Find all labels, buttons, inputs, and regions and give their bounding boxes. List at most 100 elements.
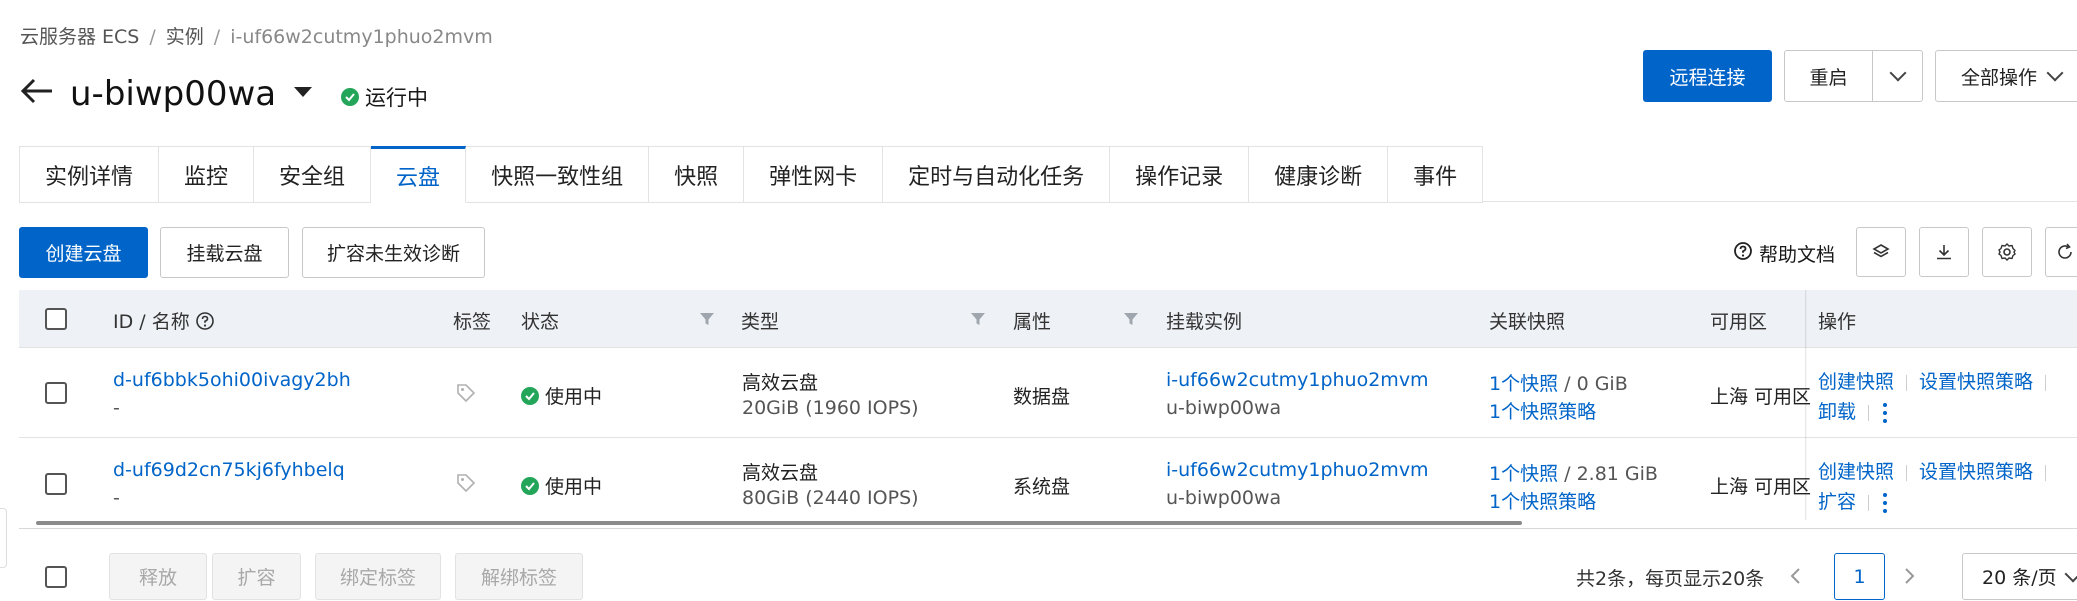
column-zone: 可用区 <box>1710 311 1768 333</box>
column-attribute: 属性 <box>1013 311 1052 333</box>
column-type: 类型 <box>741 311 780 333</box>
help-circle-icon[interactable] <box>195 311 215 336</box>
select-all-checkbox[interactable] <box>45 308 67 330</box>
row-operations-more: 卸载 <box>1818 397 1888 424</box>
row-checkbox[interactable] <box>45 382 67 404</box>
chevron-down-icon <box>2064 565 2077 582</box>
tab-bar: 实例详情 监控 安全组 云盘 快照一致性组 快照 弹性网卡 定时与自动化任务 操… <box>19 146 1484 203</box>
tag-icon[interactable] <box>455 382 477 404</box>
disk-status: 使用中 <box>521 382 602 409</box>
disk-status-text: 使用中 <box>545 386 603 408</box>
side-drawer-handle[interactable] <box>0 508 7 568</box>
refresh-icon[interactable] <box>2045 227 2077 277</box>
expand-diagnosis-button[interactable]: 扩容未生效诊断 <box>302 227 485 278</box>
create-disk-button[interactable]: 创建云盘 <box>19 227 148 278</box>
help-docs-link[interactable]: 帮助文档 <box>1733 240 1835 267</box>
download-icon[interactable] <box>1919 227 1969 277</box>
column-snapshot: 关联快照 <box>1489 311 1566 333</box>
filter-icon[interactable] <box>970 311 986 327</box>
tab-monitoring[interactable]: 监控 <box>159 147 255 203</box>
row-operations-more: 扩容 <box>1818 487 1888 514</box>
instance-switch-caret-icon[interactable] <box>294 87 312 97</box>
breadcrumb-current: i-uf66w2cutmy1phuo2mvm <box>230 26 493 48</box>
detach-link[interactable]: 卸载 <box>1818 401 1856 423</box>
instance-id-link[interactable]: i-uf66w2cutmy1phuo2mvm <box>1166 369 1429 391</box>
chevron-down-icon <box>1889 64 1906 82</box>
create-snapshot-link[interactable]: 创建快照 <box>1818 371 1894 393</box>
instance-id-link[interactable]: i-uf66w2cutmy1phuo2mvm <box>1166 459 1429 481</box>
set-snapshot-policy-link[interactable]: 设置快照策略 <box>1919 461 2033 483</box>
back-arrow-icon[interactable] <box>20 76 54 106</box>
chevron-left-icon[interactable] <box>1788 564 1804 588</box>
create-snapshot-link[interactable]: 创建快照 <box>1818 461 1894 483</box>
disk-type: 高效云盘 <box>742 462 819 484</box>
snapshot-count-link[interactable]: 1个快照 <box>1489 373 1558 395</box>
check-circle-icon <box>521 386 539 405</box>
all-operations-button[interactable]: 全部操作 <box>1935 50 2077 102</box>
snapshot-policy-link[interactable]: 1个快照策略 <box>1489 397 1596 424</box>
disk-status-text: 使用中 <box>545 476 603 498</box>
tab-health-diagnosis[interactable]: 健康诊断 <box>1249 147 1389 203</box>
breadcrumb-separator: / <box>213 26 221 48</box>
row-operations: 创建快照 设置快照策略 <box>1818 457 2058 484</box>
more-vertical-icon[interactable] <box>1883 402 1888 423</box>
footer-select-all-checkbox[interactable] <box>45 566 67 588</box>
snapshot-count-link[interactable]: 1个快照 <box>1489 463 1558 485</box>
row-divider <box>19 347 2077 348</box>
tab-instance-details[interactable]: 实例详情 <box>20 147 160 203</box>
tab-snapshot[interactable]: 快照 <box>649 147 745 203</box>
resize-link[interactable]: 扩容 <box>1818 491 1856 513</box>
disk-id-link[interactable]: d-uf69d2cn75kj6fyhbelq <box>113 459 345 481</box>
snapshot-policy-link[interactable]: 1个快照策略 <box>1489 487 1596 514</box>
disk-id-link[interactable]: d-uf6bbk5ohi00ivagy2bh <box>113 369 351 391</box>
tab-operation-log[interactable]: 操作记录 <box>1110 147 1250 203</box>
tab-cloud-disk[interactable]: 云盘 <box>371 146 467 203</box>
expand-button[interactable]: 扩容 <box>212 553 301 600</box>
column-id-name-label: ID / 名称 <box>113 311 190 333</box>
instance-status: 运行中 <box>341 82 428 112</box>
page-size-select[interactable]: 20 条/页 <box>1962 553 2077 600</box>
instance-name: u-biwp00wa <box>1166 487 1282 509</box>
filter-icon[interactable] <box>1123 311 1139 327</box>
divider <box>1906 374 1908 391</box>
set-snapshot-policy-link[interactable]: 设置快照策略 <box>1919 371 2033 393</box>
tag-icon[interactable] <box>455 472 477 494</box>
tab-snapshot-consistency-group[interactable]: 快照一致性组 <box>466 147 650 203</box>
column-id-name: ID / 名称 <box>113 307 215 336</box>
column-status: 状态 <box>521 311 560 333</box>
layers-icon[interactable] <box>1856 227 1906 277</box>
check-circle-icon <box>341 88 359 106</box>
gear-icon[interactable] <box>1982 227 2032 277</box>
horizontal-scrollbar[interactable] <box>36 521 1522 525</box>
divider <box>2045 464 2047 481</box>
unbind-tag-button[interactable]: 解绑标签 <box>455 553 583 600</box>
help-circle-icon <box>1733 241 1753 266</box>
restart-dropdown-button[interactable] <box>1872 50 1923 102</box>
row-checkbox[interactable] <box>45 473 67 495</box>
tab-scheduled-tasks[interactable]: 定时与自动化任务 <box>883 147 1111 203</box>
release-button[interactable]: 释放 <box>109 553 207 600</box>
remote-connect-button[interactable]: 远程连接 <box>1643 50 1772 102</box>
tab-security-group[interactable]: 安全组 <box>254 147 372 203</box>
disk-status: 使用中 <box>521 472 602 499</box>
disk-type: 高效云盘 <box>742 372 819 394</box>
column-instance: 挂载实例 <box>1166 311 1243 333</box>
attach-disk-button[interactable]: 挂载云盘 <box>160 227 289 278</box>
more-vertical-icon[interactable] <box>1883 492 1888 513</box>
restart-button[interactable]: 重启 <box>1784 50 1873 102</box>
breadcrumb-instances[interactable]: 实例 <box>166 26 204 48</box>
snapshot-info: 1个快照 / 2.81 GiB <box>1489 459 1658 486</box>
tab-eni[interactable]: 弹性网卡 <box>744 147 884 203</box>
disk-zone: 上海 可用区 <box>1710 386 1812 408</box>
help-docs-label: 帮助文档 <box>1759 244 1836 266</box>
divider <box>2045 374 2047 391</box>
breadcrumb-ecs[interactable]: 云服务器 ECS <box>20 26 139 48</box>
row-divider <box>19 437 2077 438</box>
disk-attribute: 数据盘 <box>1013 386 1071 408</box>
divider <box>1906 464 1908 481</box>
page-number-button[interactable]: 1 <box>1834 553 1885 600</box>
filter-icon[interactable] <box>699 311 715 327</box>
tab-events[interactable]: 事件 <box>1388 147 1484 203</box>
bind-tag-button[interactable]: 绑定标签 <box>315 553 441 600</box>
chevron-right-icon[interactable] <box>1901 564 1917 588</box>
